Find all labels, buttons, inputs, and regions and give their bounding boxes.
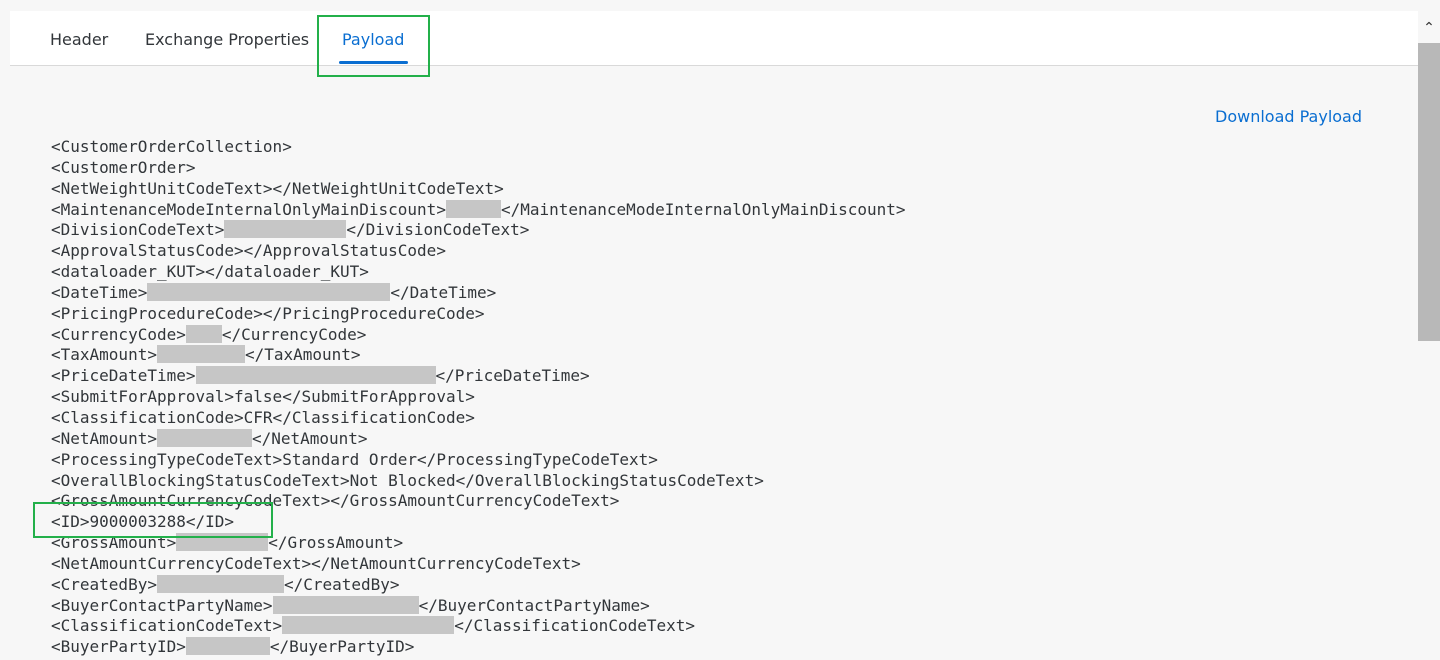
redacted-value [185, 324, 222, 343]
tab-exchange-properties[interactable]: Exchange Properties [145, 11, 309, 65]
redacted-value [224, 220, 347, 239]
payload-line: <NetWeightUnitCodeText></NetWeightUnitCo… [51, 178, 504, 198]
redacted-value [282, 616, 455, 635]
payload-line: <MaintenanceModeInternalOnlyMainDiscount… [51, 199, 906, 219]
redacted-value [156, 574, 284, 593]
scrollbar-thumb[interactable] [1418, 43, 1440, 341]
payload-line: <dataloader_KUT></dataloader_KUT> [51, 262, 369, 282]
payload-line: <TaxAmount> </TaxAmount> [51, 345, 361, 365]
payload-line: <ApprovalStatusCode></ApprovalStatusCode… [51, 241, 446, 261]
redacted-value [195, 366, 436, 385]
vertical-scrollbar[interactable]: ⌃ [1418, 11, 1440, 660]
redacted-value [445, 199, 501, 218]
payload-line: <OverallBlockingStatusCodeText>Not Block… [51, 470, 764, 490]
chevron-up-icon[interactable]: ⌃ [1422, 21, 1436, 35]
payload-line: <CreatedBy> </CreatedBy> [51, 574, 400, 594]
payload-line: <PriceDateTime> </PriceDateTime> [51, 366, 590, 386]
payload-line: <PricingProcedureCode></PricingProcedure… [51, 303, 485, 323]
payload-line: <ClassificationCodeText> </Classification… [51, 616, 696, 636]
payload-line: <DivisionCodeText> </DivisionCodeText> [51, 220, 530, 240]
payload-line: <DateTime> </DateTime> [51, 282, 497, 302]
payload-line: <ProcessingTypeCodeText>Standard Order</… [51, 449, 658, 469]
payload-line: <BuyerContactPartyName> </BuyerContactPar… [51, 595, 650, 615]
tab-bar: Header Exchange Properties Payload [10, 11, 1418, 66]
payload-line: <CustomerOrderCollection> [51, 137, 292, 156]
tab-header[interactable]: Header [50, 11, 108, 65]
redacted-value [272, 595, 419, 614]
redacted-value [147, 282, 391, 301]
download-payload-link[interactable]: Download Payload [1215, 107, 1362, 126]
payload-line: <CustomerOrder> [51, 157, 196, 177]
payload-line: <NetAmountCurrencyCodeText></NetAmountCu… [51, 553, 581, 573]
payload-line: <NetAmount> </NetAmount> [51, 428, 368, 448]
payload-line: <ClassificationCode>CFR</ClassificationC… [51, 407, 475, 427]
payload-line: <CurrencyCode> </CurrencyCode> [51, 324, 367, 344]
redacted-value [156, 345, 245, 364]
payload-viewer: <CustomerOrderCollection> <CustomerOrder… [51, 137, 1211, 658]
payload-line: <SubmitForApproval>false</SubmitForAppro… [51, 387, 475, 407]
redacted-value [185, 637, 270, 656]
redacted-value [156, 428, 252, 447]
payload-line: <BuyerPartyID> </BuyerPartyID> [51, 637, 415, 657]
payload-tab-highlight [317, 15, 430, 77]
id-line-highlight [33, 502, 273, 538]
